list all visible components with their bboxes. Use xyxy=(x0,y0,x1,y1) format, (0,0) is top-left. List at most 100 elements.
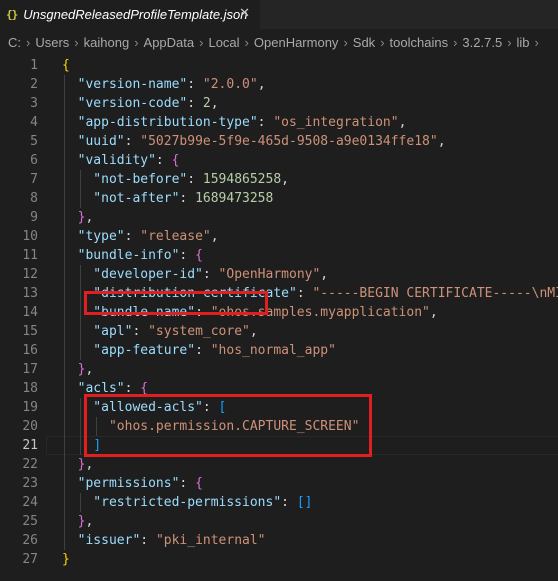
line-number: 23 xyxy=(22,476,38,491)
apl-highlight-box xyxy=(84,291,268,315)
code-text: "uuid": "5027b99e-5f9e-465d-9508-a9e0134… xyxy=(62,132,446,151)
code-token: : xyxy=(179,248,196,263)
breadcrumb-item[interactable]: Users xyxy=(35,35,69,50)
line-number: 24 xyxy=(22,495,38,510)
code-line[interactable]: 5 "uuid": "5027b99e-5f9e-465d-9508-a9e01… xyxy=(0,132,558,151)
breadcrumb-item[interactable]: C: xyxy=(8,35,21,50)
close-icon[interactable]: ✕ xyxy=(239,6,250,21)
code-token: 2 xyxy=(202,96,211,111)
code-token: { xyxy=(62,58,70,73)
line-number: 16 xyxy=(22,343,38,358)
chevron-right-icon: › xyxy=(26,35,31,50)
code-token: : xyxy=(124,134,141,149)
code-token: , xyxy=(85,362,94,377)
breadcrumb-item[interactable]: Sdk xyxy=(353,35,375,50)
code-text: "restricted-permissions": [] xyxy=(62,493,312,512)
code-text: }, xyxy=(62,455,94,474)
code-line[interactable]: 27} xyxy=(0,550,558,569)
code-editor[interactable]: 1{2 "version-name": "2.0.0", 3 "version-c… xyxy=(0,56,558,581)
code-token: , xyxy=(398,115,407,130)
code-token: 1689473258 xyxy=(195,191,274,206)
breadcrumb-item[interactable]: Local xyxy=(208,35,239,50)
line-number: 19 xyxy=(22,400,38,415)
code-line[interactable]: 15 "apl": "system_core", xyxy=(0,322,558,341)
breadcrumb-item[interactable]: AppData xyxy=(144,35,195,50)
code-token: "app-feature" xyxy=(62,343,196,358)
code-token: : xyxy=(281,495,297,510)
code-text: "app-feature": "hos_normal_app" xyxy=(62,341,336,360)
code-token: "OpenHarmony" xyxy=(218,267,321,282)
line-number: 5 xyxy=(30,134,38,149)
line-number: 26 xyxy=(22,533,38,548)
code-line[interactable]: 12 "developer-id": "OpenHarmony", xyxy=(0,265,558,284)
breadcrumb: C: › Users › kaihong › AppData › Local › OpenHarmo… xyxy=(0,29,558,56)
line-number: 9 xyxy=(30,210,38,225)
line-number: 21 xyxy=(22,438,38,453)
code-token: : xyxy=(155,153,172,168)
code-token: , xyxy=(249,324,258,339)
json-file-icon: {} xyxy=(6,8,18,21)
code-token: : xyxy=(140,533,156,548)
line-number: 4 xyxy=(30,115,38,130)
chevron-right-icon: › xyxy=(453,35,458,50)
code-line[interactable]: 2 "version-name": "2.0.0", xyxy=(0,75,558,94)
code-line[interactable]: 25 }, xyxy=(0,512,558,531)
code-token: "version-code" xyxy=(62,96,188,111)
line-number: 1 xyxy=(30,58,38,73)
line-number: 14 xyxy=(22,305,38,320)
code-line[interactable]: 23 "permissions": { xyxy=(0,474,558,493)
breadcrumb-item[interactable]: kaihong xyxy=(84,35,130,50)
code-line[interactable]: 22 }, xyxy=(0,455,558,474)
code-line[interactable]: 7 "not-before": 1594865258, xyxy=(0,170,558,189)
editor-tab[interactable]: {} UnsgnedReleasedProfileTemplate.json ✕ xyxy=(0,0,260,29)
code-line[interactable]: 9 }, xyxy=(0,208,558,227)
code-line[interactable]: 6 "validity": { xyxy=(0,151,558,170)
code-token: [] xyxy=(296,495,313,510)
code-token: "type" xyxy=(62,229,125,244)
line-number: 13 xyxy=(22,286,38,301)
code-text: { xyxy=(62,56,70,75)
code-token: "-----BEGIN CERTIFICATE-----\nMI xyxy=(312,286,558,301)
code-token: : xyxy=(296,286,313,301)
code-token: "apl" xyxy=(62,324,133,339)
chevron-right-icon: › xyxy=(74,35,79,50)
code-line[interactable]: 1{ xyxy=(0,56,558,75)
line-number: 15 xyxy=(22,324,38,339)
line-number: 22 xyxy=(22,457,38,472)
code-token: "issuer" xyxy=(62,533,141,548)
code-line[interactable]: 11 "bundle-info": { xyxy=(0,246,558,265)
breadcrumb-item[interactable]: lib xyxy=(517,35,530,50)
line-number: 27 xyxy=(22,552,38,567)
code-token: : xyxy=(195,343,211,358)
code-line[interactable]: 17 }, xyxy=(0,360,558,379)
code-text: "apl": "system_core", xyxy=(62,322,258,341)
code-line[interactable]: 3 "version-code": 2, xyxy=(0,94,558,113)
code-token: "app-distribution-type" xyxy=(62,115,258,130)
code-line[interactable]: 8 "not-after": 1689473258 xyxy=(0,189,558,208)
code-line[interactable]: 4 "app-distribution-type": "os_integrati… xyxy=(0,113,558,132)
code-text: }, xyxy=(62,360,94,379)
code-line[interactable]: 24 "restricted-permissions": [] xyxy=(0,493,558,512)
code-token: , xyxy=(437,134,446,149)
code-text: "developer-id": "OpenHarmony", xyxy=(62,265,328,284)
code-token: : xyxy=(202,267,219,282)
code-text: "issuer": "pki_internal" xyxy=(62,531,266,550)
code-token: "bundle-info" xyxy=(62,248,180,263)
line-number: 7 xyxy=(30,172,38,187)
code-line[interactable]: 16 "app-feature": "hos_normal_app" xyxy=(0,341,558,360)
breadcrumb-item[interactable]: toolchains xyxy=(390,35,449,50)
line-number: 12 xyxy=(22,267,38,282)
line-number: 3 xyxy=(30,96,38,111)
chevron-right-icon: › xyxy=(134,35,139,50)
breadcrumb-item[interactable]: OpenHarmony xyxy=(254,35,339,50)
code-token: , xyxy=(210,229,219,244)
code-token: : xyxy=(257,115,274,130)
breadcrumb-item[interactable]: 3.2.7.5 xyxy=(462,35,502,50)
code-text: "not-before": 1594865258, xyxy=(62,170,289,189)
code-text: }, xyxy=(62,208,94,227)
code-line[interactable]: 10 "type": "release", xyxy=(0,227,558,246)
code-token: , xyxy=(210,96,219,111)
code-line[interactable]: 26 "issuer": "pki_internal" xyxy=(0,531,558,550)
